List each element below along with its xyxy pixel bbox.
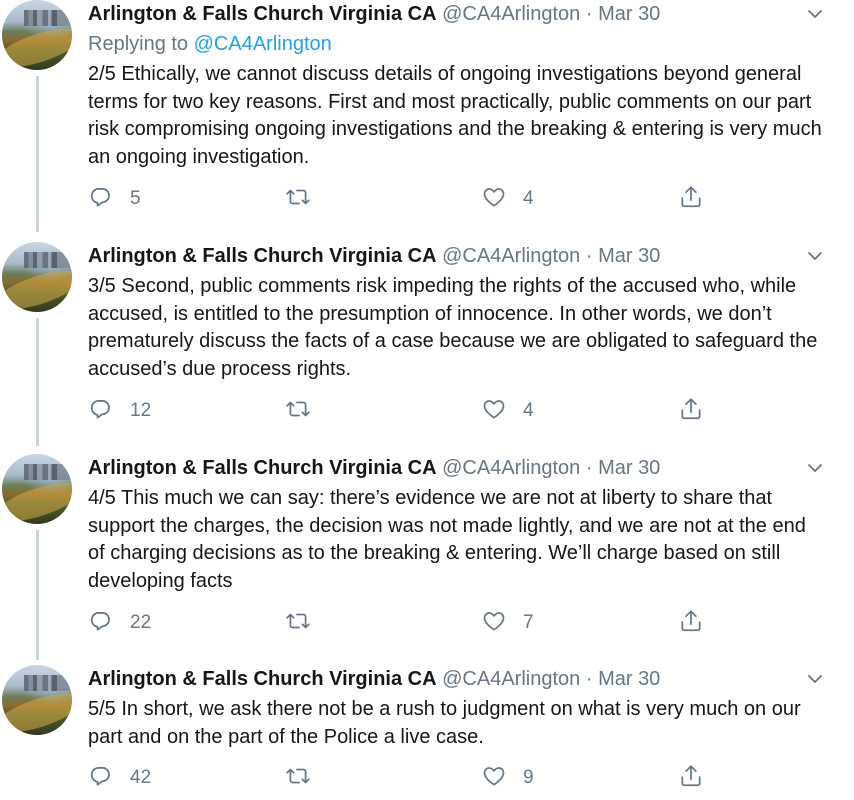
reply-button[interactable]: 42 xyxy=(88,763,151,793)
like-count: 4 xyxy=(523,188,534,209)
chevron-down-icon[interactable] xyxy=(805,4,825,24)
like-button[interactable]: 4 xyxy=(481,184,534,214)
reply-count: 12 xyxy=(130,400,152,421)
heart-icon xyxy=(481,184,507,215)
author-name[interactable]: Arlington & Falls Church Virginia CA xyxy=(88,457,437,479)
author-handle[interactable]: @CA4Arlington xyxy=(442,245,580,267)
tweet-date[interactable]: Mar 30 xyxy=(598,668,660,690)
retweet-icon xyxy=(285,763,311,794)
author-handle[interactable]: @CA4Arlington xyxy=(442,668,580,690)
like-button[interactable]: 4 xyxy=(481,396,534,426)
retweet-button[interactable] xyxy=(285,184,327,214)
retweet-button[interactable] xyxy=(285,608,327,638)
author-name[interactable]: Arlington & Falls Church Virginia CA xyxy=(88,245,437,267)
share-button[interactable] xyxy=(678,396,704,426)
separator-dot: · xyxy=(585,3,593,25)
share-button[interactable] xyxy=(678,184,704,214)
reply-icon xyxy=(88,184,114,215)
like-count: 7 xyxy=(523,612,534,633)
thread-line xyxy=(36,318,39,446)
retweet-icon xyxy=(285,608,311,639)
retweet-button[interactable] xyxy=(285,763,327,793)
tweet[interactable]: Arlington & Falls Church Virginia CA @CA… xyxy=(0,665,854,800)
avatar[interactable] xyxy=(2,665,72,735)
replying-to: Replying to @CA4Arlington xyxy=(88,30,332,58)
separator-dot: · xyxy=(585,668,593,690)
retweet-button[interactable] xyxy=(285,396,327,426)
chevron-down-icon[interactable] xyxy=(805,669,825,689)
separator-dot: · xyxy=(585,457,593,479)
avatar[interactable] xyxy=(2,0,72,70)
tweet-header: Arlington & Falls Church Virginia CA @CA… xyxy=(88,665,660,693)
tweet[interactable]: Arlington & Falls Church Virginia CA @CA… xyxy=(0,242,854,446)
retweet-icon xyxy=(285,184,311,215)
author-handle[interactable]: @CA4Arlington xyxy=(442,3,580,25)
share-button[interactable] xyxy=(678,763,704,793)
like-count: 4 xyxy=(523,400,534,421)
tweet-text: 3/5 Second, public comments risk impedin… xyxy=(88,275,818,380)
tweet-actions: 22 7 xyxy=(88,608,728,638)
chevron-down-icon[interactable] xyxy=(805,246,825,266)
reply-button[interactable]: 22 xyxy=(88,608,151,638)
tweet-text: 2/5 Ethically, we cannot discuss details… xyxy=(88,63,822,168)
avatar[interactable] xyxy=(2,242,72,312)
replying-to-mention[interactable]: @CA4Arlington xyxy=(194,33,332,55)
tweet-actions: 12 4 xyxy=(88,396,728,426)
author-name[interactable]: Arlington & Falls Church Virginia CA xyxy=(88,668,437,690)
tweet-header: Arlington & Falls Church Virginia CA @CA… xyxy=(88,454,660,482)
tweet-header: Arlington & Falls Church Virginia CA @CA… xyxy=(88,242,660,270)
reply-count: 5 xyxy=(130,188,141,209)
avatar[interactable] xyxy=(2,454,72,524)
tweet-actions: 42 9 xyxy=(88,763,728,793)
tweet-thread: Arlington & Falls Church Virginia CA @CA… xyxy=(0,0,854,800)
tweet-actions: 5 4 xyxy=(88,184,728,214)
retweet-icon xyxy=(285,396,311,427)
reply-icon xyxy=(88,763,114,794)
chevron-down-icon[interactable] xyxy=(805,458,825,478)
share-icon xyxy=(678,763,704,794)
reply-icon xyxy=(88,396,114,427)
heart-icon xyxy=(481,763,507,794)
like-button[interactable]: 7 xyxy=(481,608,534,638)
share-icon xyxy=(678,184,704,215)
tweet-text: 5/5 In short, we ask there not be a rush… xyxy=(88,698,801,748)
author-handle[interactable]: @CA4Arlington xyxy=(442,457,580,479)
heart-icon xyxy=(481,608,507,639)
thread-line xyxy=(36,76,39,232)
share-button[interactable] xyxy=(678,608,704,638)
reply-button[interactable]: 5 xyxy=(88,184,141,214)
like-count: 9 xyxy=(523,767,534,788)
reply-button[interactable]: 12 xyxy=(88,396,151,426)
tweet-date[interactable]: Mar 30 xyxy=(598,457,660,479)
tweet-header: Arlington & Falls Church Virginia CA @CA… xyxy=(88,0,660,28)
tweet[interactable]: Arlington & Falls Church Virginia CA @CA… xyxy=(0,0,854,232)
reply-count: 22 xyxy=(130,612,152,633)
share-icon xyxy=(678,608,704,639)
reply-icon xyxy=(88,608,114,639)
reply-count: 42 xyxy=(130,767,152,788)
author-name[interactable]: Arlington & Falls Church Virginia CA xyxy=(88,3,437,25)
tweet[interactable]: Arlington & Falls Church Virginia CA @CA… xyxy=(0,454,854,660)
tweet-date[interactable]: Mar 30 xyxy=(598,245,660,267)
like-button[interactable]: 9 xyxy=(481,763,534,793)
share-icon xyxy=(678,396,704,427)
heart-icon xyxy=(481,396,507,427)
tweet-text: 4/5 This much we can say: there’s eviden… xyxy=(88,487,806,592)
thread-line xyxy=(36,530,39,660)
tweet-date[interactable]: Mar 30 xyxy=(598,3,660,25)
separator-dot: · xyxy=(585,245,593,267)
replying-to-label: Replying to xyxy=(88,33,189,55)
